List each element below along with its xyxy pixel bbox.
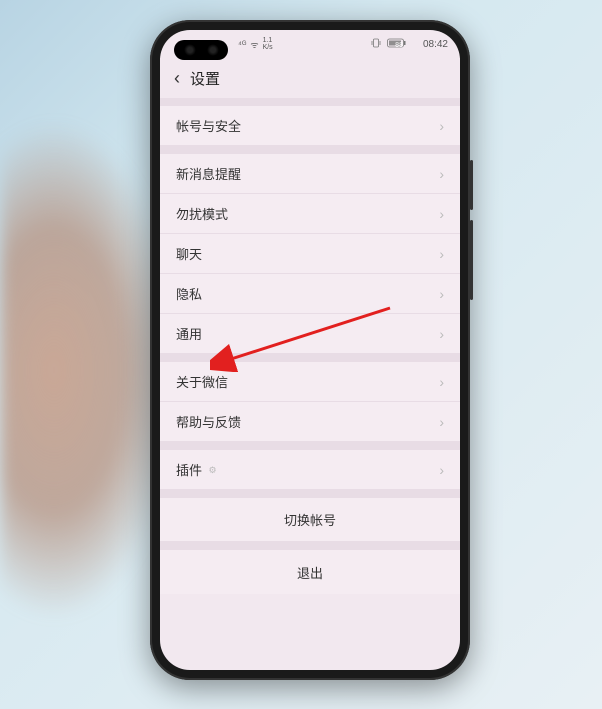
group-gap [160, 542, 460, 550]
row-label: 切换帐号 [284, 510, 336, 529]
row-label: 帮助与反馈 [176, 412, 241, 431]
row-label: 新消息提醒 [176, 164, 241, 183]
clock: 08:42 [423, 39, 448, 50]
row-account-security[interactable]: 帐号与安全 › [160, 106, 460, 146]
row-label: 通用 [176, 324, 202, 343]
vibrate-icon [371, 38, 381, 50]
row-help-feedback[interactable]: 帮助与反馈 › [160, 402, 460, 442]
net-speed: 1.1K/s [263, 37, 273, 51]
row-label: 退出 [297, 563, 323, 582]
row-label: 帐号与安全 [176, 116, 241, 135]
row-chat[interactable]: 聊天 › [160, 234, 460, 274]
group-gap [160, 354, 460, 362]
chevron-right-icon: › [439, 374, 444, 390]
settings-list: 帐号与安全 › 新消息提醒 › 勿扰模式 › 聊天 › 隐私 › 通用 [160, 98, 460, 594]
row-label: 关于微信 [176, 372, 228, 391]
phone-screen: ⁴ᴳ ᯤ 1.1K/s 88 08:42 ‹ 设置 帐号与安全 [160, 30, 460, 670]
front-lens-1 [184, 44, 196, 56]
chevron-right-icon: › [439, 286, 444, 302]
chevron-right-icon: › [439, 118, 444, 134]
power-button [470, 220, 473, 300]
chevron-right-icon: › [439, 462, 444, 478]
gear-icon: ⚙ [208, 465, 216, 475]
row-label: 聊天 [176, 244, 202, 263]
group-gap [160, 146, 460, 154]
group-gap [160, 490, 460, 498]
row-label: 插件 [176, 463, 202, 478]
chevron-right-icon: › [439, 206, 444, 222]
row-label-wrap: 插件 ⚙ [176, 460, 217, 480]
row-general[interactable]: 通用 › [160, 314, 460, 354]
page-header: ‹ 设置 [160, 58, 460, 98]
chevron-right-icon: › [439, 166, 444, 182]
row-label: 隐私 [176, 284, 202, 303]
chevron-right-icon: › [439, 414, 444, 430]
wifi-icon: ᯤ [250, 38, 258, 51]
row-switch-account[interactable]: 切换帐号 [160, 498, 460, 542]
page-title: 设置 [190, 68, 220, 89]
signal-icon: ⁴ᴳ [238, 39, 246, 49]
back-button[interactable]: ‹ [174, 69, 180, 87]
front-lens-2 [207, 44, 219, 56]
phone-frame: ⁴ᴳ ᯤ 1.1K/s 88 08:42 ‹ 设置 帐号与安全 [150, 20, 470, 680]
row-about-wechat[interactable]: 关于微信 › [160, 362, 460, 402]
chevron-right-icon: › [439, 246, 444, 262]
row-new-message-notify[interactable]: 新消息提醒 › [160, 154, 460, 194]
battery-icon: 88 [387, 38, 417, 50]
chevron-right-icon: › [439, 326, 444, 342]
row-do-not-disturb[interactable]: 勿扰模式 › [160, 194, 460, 234]
camera-cutout [174, 40, 228, 60]
group-gap [160, 98, 460, 106]
row-logout[interactable]: 退出 [160, 550, 460, 594]
volume-button [470, 160, 473, 210]
row-label: 勿扰模式 [176, 204, 228, 223]
row-privacy[interactable]: 隐私 › [160, 274, 460, 314]
row-plugins[interactable]: 插件 ⚙ › [160, 450, 460, 490]
group-gap [160, 442, 460, 450]
